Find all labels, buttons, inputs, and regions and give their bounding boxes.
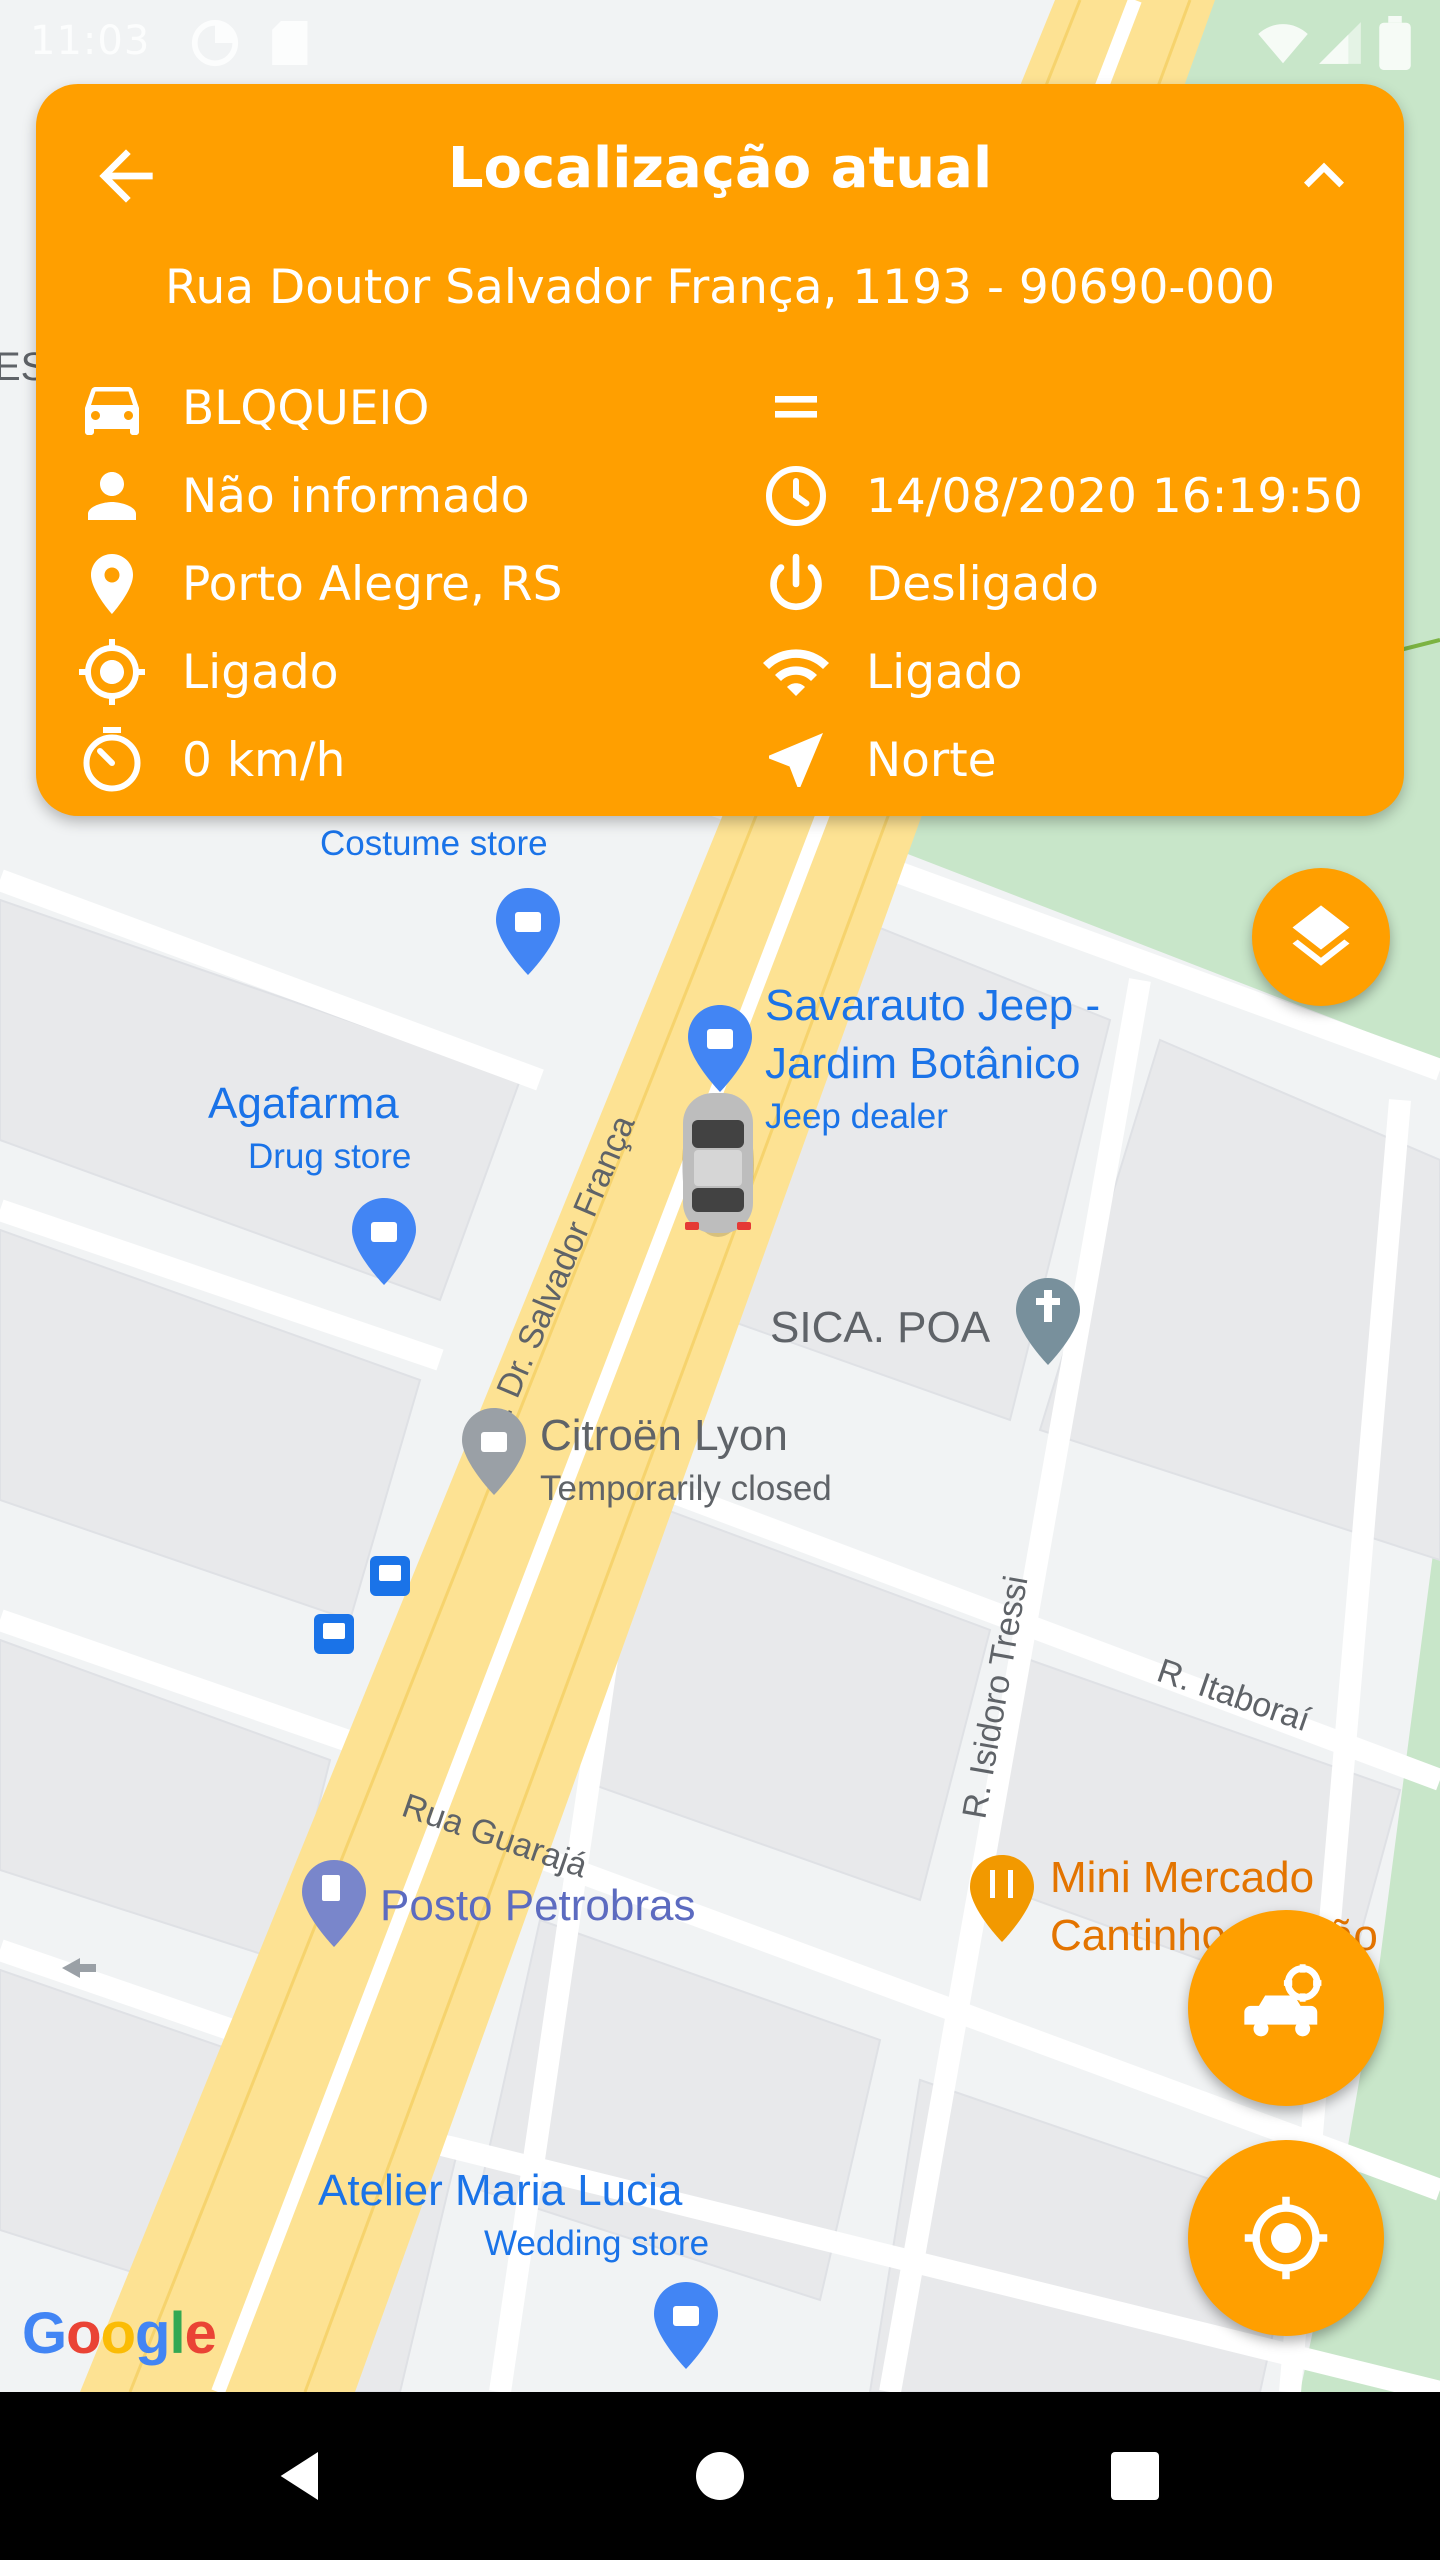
system-navigation-bar (0, 2392, 1440, 2560)
status-time: 11:03 (30, 18, 151, 64)
poi-label-atelier-maria-lucia: Atelier Maria Lucia (318, 2166, 683, 2215)
poi-sublabel-citroen-lyon: Temporarily closed (540, 1469, 832, 1508)
info-row-plate: BLQQUEIO (72, 368, 429, 448)
poi-label-savarauto-2: Jardim Botânico (765, 1039, 1080, 1088)
circle-home-icon (696, 2452, 744, 2500)
collapse-button[interactable] (1284, 136, 1364, 216)
poi-label-agafarma: Agafarma (208, 1079, 399, 1128)
nav-back-button[interactable] (262, 2436, 342, 2516)
info-row-ignition: Desligado (756, 544, 1099, 624)
gps-status-text: Ligado (182, 644, 339, 700)
sync-icon (191, 19, 239, 67)
power-icon (770, 553, 822, 611)
person-icon (88, 472, 136, 520)
poi-label-savarauto-1: Savarauto Jeep - (765, 981, 1100, 1030)
speed-text: 0 km/h (182, 732, 346, 788)
my-location-icon (1244, 2196, 1328, 2280)
poi-label-sica-poa: SICA. POA (770, 1303, 991, 1352)
car-icon (85, 387, 139, 435)
locate-vehicle-button[interactable] (1188, 1910, 1384, 2106)
gps-target-icon (79, 639, 145, 705)
cell-signal-icon (1319, 22, 1361, 64)
bus-stop-icon[interactable] (314, 1614, 354, 1654)
page-title: Localização atual (447, 136, 993, 201)
battery-icon (1379, 16, 1411, 70)
info-row-connection: Ligado (756, 632, 1022, 712)
driver-text: Não informado (182, 468, 530, 524)
equals-icon (775, 396, 817, 418)
poi-sublabel-atelier-maria-lucia: Wedding store (484, 2224, 709, 2263)
plate-text: BLQQUEIO (182, 380, 430, 436)
status-bar: 11:03 (0, 0, 1440, 84)
poi-sublabel-savarauto: Jeep dealer (765, 1097, 948, 1136)
google-attribution: Google (22, 2301, 217, 2366)
navigation-arrow-icon (769, 733, 823, 787)
wifi-signal-icon (1258, 24, 1308, 64)
bus-stop-icon[interactable] (370, 1556, 410, 1596)
city-text: Porto Alegre, RS (182, 556, 563, 612)
wifi-icon (763, 649, 829, 696)
info-row-datetime: 14/08/2020 16:19:50 (756, 456, 1363, 536)
poi-label-posto-petrobras: Posto Petrobras (380, 1881, 696, 1930)
square-recents-icon (1111, 2452, 1159, 2500)
map-layers-button[interactable] (1252, 868, 1390, 1006)
speedometer-icon (83, 727, 141, 792)
poi-sublabel-agafarma: Drug store (248, 1137, 411, 1176)
info-row-speed: 0 km/h (72, 720, 345, 800)
poi-label-citroen-lyon: Citroën Lyon (540, 1411, 788, 1460)
poi-label-costume-store: Costume store (320, 824, 548, 863)
clock-icon (766, 466, 826, 526)
info-row-direction: Norte (756, 720, 997, 800)
info-row-status (756, 368, 866, 448)
nav-recents-button[interactable] (1095, 2436, 1175, 2516)
direction-text: Norte (866, 732, 997, 788)
poi-label-mini-mercado-1: Mini Mercado (1050, 1853, 1314, 1902)
vehicle-info-card: Localização atual Rua Doutor Salvador Fr… (36, 84, 1404, 816)
info-row-gps: Ligado (72, 632, 338, 712)
datetime-text: 14/08/2020 16:19:50 (866, 468, 1363, 524)
vehicle-marker-icon[interactable] (682, 1093, 754, 1237)
connection-text: Ligado (866, 644, 1023, 700)
nav-home-button[interactable] (680, 2436, 760, 2516)
triangle-back-icon (280, 2452, 318, 2500)
sd-card-icon (272, 21, 308, 65)
info-row-city: Porto Alegre, RS (72, 544, 562, 624)
location-pin-icon (91, 554, 133, 614)
address-text: Rua Doutor Salvador França, 1193 - 90690… (164, 260, 1276, 315)
chevron-up-icon (1304, 162, 1344, 188)
layers-icon (1292, 905, 1350, 966)
ignition-text: Desligado (866, 556, 1099, 612)
my-location-button[interactable] (1188, 2140, 1384, 2336)
car-location-icon (1244, 1964, 1322, 2037)
info-row-driver: Não informado (72, 456, 529, 536)
